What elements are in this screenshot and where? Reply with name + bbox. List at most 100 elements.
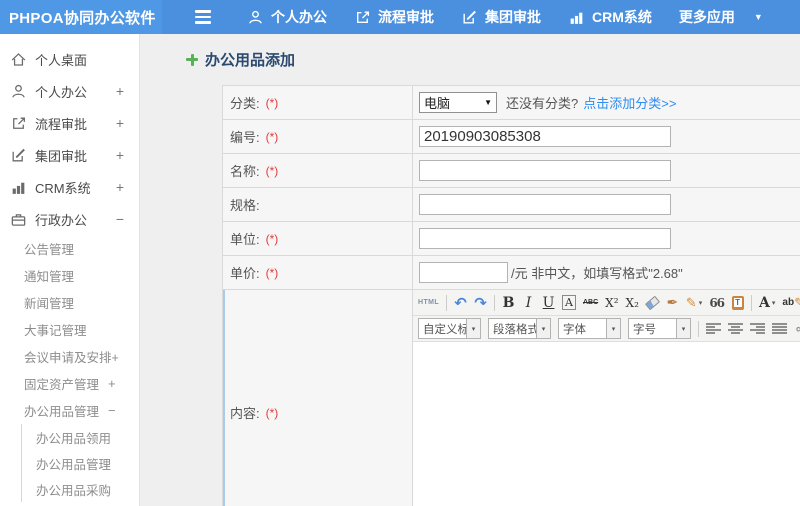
sidebar-item-label: 办公用品管理 — [36, 457, 112, 472]
font-size-select[interactable]: 字号 ▾ — [628, 318, 691, 339]
clipboard-icon: T — [731, 295, 744, 310]
collapse-icon[interactable]: − — [108, 403, 116, 418]
custom-heading-select[interactable]: 自定义标题 ▾ — [418, 318, 481, 339]
add-category-link[interactable]: 点击添加分类>> — [583, 93, 676, 112]
strikethrough-button[interactable]: ABC — [583, 293, 598, 313]
hamburger-menu-icon[interactable] — [195, 10, 211, 24]
collapse-icon[interactable]: − — [116, 211, 124, 227]
category-label: 分类: — [230, 96, 260, 111]
briefcase-icon — [10, 211, 27, 228]
sidebar-item-notice-mgmt[interactable]: 通知管理 — [0, 262, 139, 289]
expand-icon[interactable]: + — [116, 147, 124, 163]
sidebar-item-personal-office[interactable]: 个人办公 + — [0, 75, 139, 107]
sidebar-item-meeting-request[interactable]: 会议申请及安排+ — [0, 343, 139, 370]
caret-down-icon: ▼ — [753, 12, 763, 22]
superscript-button[interactable]: X² — [605, 293, 618, 313]
italic-button[interactable]: I — [522, 293, 535, 313]
font-color-button[interactable]: A ▾ — [759, 293, 775, 313]
sidebar-item-label: 个人办公 — [35, 84, 88, 100]
dropdown-arrow-icon: ▾ — [606, 319, 620, 338]
page-title-row: 办公用品添加 — [186, 49, 295, 70]
nav-personal-office[interactable]: 个人办公 — [242, 7, 332, 27]
sidebar-item-office-supplies-mgmt[interactable]: 办公用品管理 − — [0, 397, 139, 424]
sidebar-item-label: 办公用品采购 — [36, 483, 112, 498]
highlight-color-button[interactable]: ab ✎ ▾ — [782, 293, 800, 313]
name-input[interactable] — [419, 160, 671, 181]
sidebar-item-workflow-approval[interactable]: 流程审批 + — [0, 107, 139, 139]
nav-group-approval[interactable]: 集团审批 — [456, 7, 546, 27]
subscript-button[interactable]: X₂ — [626, 293, 639, 313]
nav-label: 个人办公 — [271, 9, 327, 25]
sidebar-item-announcement-mgmt[interactable]: 公告管理 — [0, 235, 139, 262]
nav-label: CRM系统 — [592, 9, 652, 25]
price-input[interactable] — [419, 262, 508, 283]
sidebar-item-office-supplies-purchase[interactable]: 办公用品采购 — [21, 476, 139, 502]
nav-crm-system[interactable]: CRM系统 — [563, 7, 657, 27]
nav-label: 集团审批 — [485, 9, 541, 25]
format-brush-icon[interactable]: ✒ — [666, 293, 679, 313]
sidebar-item-events-mgmt[interactable]: 大事记管理 — [0, 316, 139, 343]
align-right-icon[interactable] — [750, 322, 765, 335]
sidebar-item-label: 通知管理 — [24, 270, 75, 284]
spec-input[interactable] — [419, 194, 671, 215]
align-left-icon[interactable] — [706, 322, 721, 335]
remove-format-button[interactable] — [644, 293, 660, 313]
price-label: 单价: — [230, 266, 260, 281]
form-row-unit: 单位: (*) — [223, 222, 800, 256]
category-select[interactable]: 电脑 ▼ — [419, 92, 497, 113]
form-row-name: 名称: (*) — [223, 154, 800, 188]
expand-icon[interactable]: + — [116, 83, 124, 99]
dropdown-arrow-icon: ▾ — [676, 319, 690, 338]
top-nav: 个人办公 流程审批 集团审批 CRM系统 更多应用 ▼ — [242, 7, 768, 27]
sidebar-item-crm-system[interactable]: CRM系统 + — [0, 171, 139, 203]
page: { "colors": { "header_blue": "#4a90df", … — [0, 0, 800, 506]
nav-workflow-approval[interactable]: 流程审批 — [349, 7, 439, 27]
redo-icon[interactable]: ↷ — [474, 293, 487, 313]
unit-label: 单位: — [230, 232, 260, 247]
font-family-select[interactable]: 字体 ▾ — [558, 318, 621, 339]
form-row-price: 单价: (*) /元 非中文，如填写格式"2.68" — [223, 256, 800, 290]
spec-label: 规格: — [230, 198, 260, 213]
page-title: 办公用品添加 — [205, 52, 296, 69]
undo-icon[interactable]: ↶ — [454, 293, 467, 313]
edit-icon — [10, 147, 27, 164]
link-icon[interactable]: ∞ — [794, 319, 800, 339]
form-row-spec: 规格: — [223, 188, 800, 222]
paragraph-format-select[interactable]: 段落格式 ▾ — [488, 318, 551, 339]
editor-content-area[interactable] — [413, 342, 800, 506]
sidebar-item-label: 集团审批 — [35, 148, 88, 164]
expand-icon[interactable]: + — [116, 115, 124, 131]
auto-typeset-button[interactable]: ✎ ▾ — [686, 293, 702, 313]
underline-button[interactable]: U — [542, 293, 555, 313]
content-label: 内容: — [230, 406, 260, 421]
bold-button[interactable]: B — [502, 293, 515, 313]
caret-down-icon: ▾ — [698, 299, 703, 307]
required-marker: (*) — [265, 265, 279, 280]
nav-more-apps[interactable]: 更多应用 ▼ — [674, 7, 768, 27]
sidebar-item-office-supplies-receive[interactable]: 办公用品领用 — [21, 424, 139, 450]
blockquote-button[interactable]: 66 — [709, 293, 725, 313]
expand-icon[interactable]: + — [108, 376, 116, 391]
sidebar-item-label: 新闻管理 — [24, 297, 75, 311]
sidebar-item-label: 会议申请及安排+ — [24, 351, 119, 365]
sidebar-item-fixed-assets-mgmt[interactable]: 固定资产管理 + — [0, 370, 139, 397]
form-row-category: 分类: (*) 电脑 ▼ 还没有分类? 点击添加分类>> — [223, 86, 800, 120]
form-row-content: 内容: (*) HTML ↶ ↷ B I U A ABC X² X₂ ✒ ✎ ▾… — [223, 290, 800, 506]
align-justify-icon[interactable] — [772, 322, 787, 335]
sidebar-item-group-approval[interactable]: 集团审批 + — [0, 139, 139, 171]
align-center-icon[interactable] — [728, 322, 743, 335]
sidebar-item-admin-office[interactable]: 行政办公 − — [0, 203, 139, 235]
required-marker: (*) — [265, 231, 279, 246]
html-source-button[interactable]: HTML — [418, 293, 439, 313]
paste-as-text-button[interactable]: T — [731, 293, 744, 313]
app-logo[interactable]: PHPOA协同办公软件 — [0, 0, 162, 34]
unit-input[interactable] — [419, 228, 671, 249]
sidebar-item-label: CRM系统 — [35, 180, 91, 196]
sidebar-item-personal-desktop[interactable]: 个人桌面 — [0, 43, 139, 75]
editor-toolbar-row2: 自定义标题 ▾ 段落格式 ▾ 字体 ▾ 字号 ▾ — [413, 316, 800, 342]
code-input[interactable] — [419, 126, 671, 147]
sidebar-item-news-mgmt[interactable]: 新闻管理 — [0, 289, 139, 316]
expand-icon[interactable]: + — [116, 179, 124, 195]
char-border-button[interactable]: A — [562, 295, 576, 310]
sidebar-item-office-supplies-manage[interactable]: 办公用品管理 — [21, 450, 139, 476]
